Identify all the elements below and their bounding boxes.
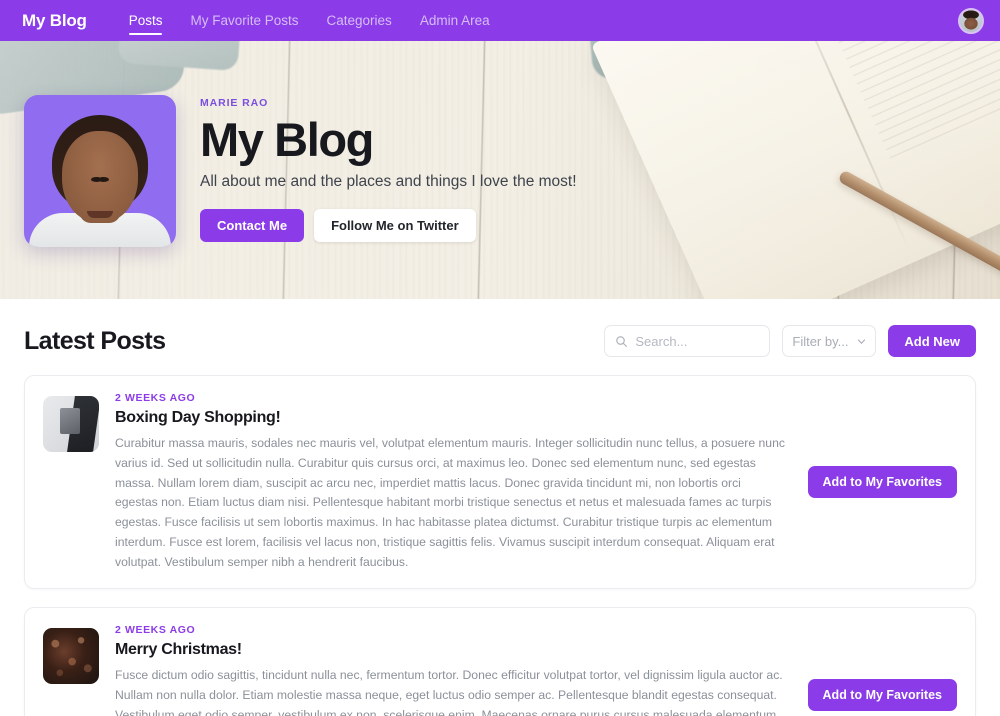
hero-actions: Contact Me Follow Me on Twitter — [200, 208, 577, 242]
profile-photo-card — [24, 95, 176, 247]
post-thumbnail — [43, 396, 99, 452]
portrait-mouth — [87, 211, 113, 218]
brand-logo[interactable]: My Blog — [22, 11, 87, 31]
post-card[interactable]: 2 WEEKS AGO Boxing Day Shopping! Curabit… — [24, 375, 976, 590]
chevron-down-icon — [858, 338, 866, 344]
portrait-face — [62, 131, 138, 223]
follow-twitter-button[interactable]: Follow Me on Twitter — [314, 208, 476, 242]
add-to-favorites-button[interactable]: Add to My Favorites — [807, 466, 957, 499]
nav-link-admin-area[interactable]: Admin Area — [406, 0, 504, 41]
post-body: 2 WEEKS AGO Boxing Day Shopping! Curabit… — [115, 392, 786, 572]
profile-portrait — [29, 109, 171, 247]
main-content: Latest Posts Filter by... Add New 2 WEEK… — [0, 299, 1000, 716]
page-title: My Blog — [200, 113, 374, 166]
hero-text-block: MARIE RAO My Blog All about me and the p… — [200, 41, 577, 242]
post-actions: Add to My Favorites — [802, 392, 957, 572]
nav-link-my-favorite-posts[interactable]: My Favorite Posts — [176, 0, 312, 41]
top-navbar: My Blog Posts My Favorite Posts Categori… — [0, 0, 1000, 41]
hero-content: MARIE RAO My Blog All about me and the p… — [0, 41, 1000, 299]
author-name: MARIE RAO — [200, 97, 269, 109]
post-excerpt: Curabitur massa mauris, sodales nec maur… — [115, 436, 785, 569]
post-title[interactable]: Boxing Day Shopping! — [115, 409, 786, 427]
avatar-face-icon — [960, 9, 982, 32]
nav-link-posts[interactable]: Posts — [115, 0, 177, 41]
add-new-button[interactable]: Add New — [888, 325, 976, 357]
posts-toolbar: Latest Posts Filter by... Add New — [24, 299, 976, 375]
nav-link-categories[interactable]: Categories — [313, 0, 406, 41]
add-to-favorites-button[interactable]: Add to My Favorites — [807, 678, 957, 711]
post-card[interactable]: 2 WEEKS AGO Merry Christmas! Fusce dictu… — [24, 607, 976, 716]
hero-subtitle: All about me and the places and things I… — [200, 172, 577, 190]
search-icon — [616, 335, 628, 347]
post-excerpt: Fusce dictum odio sagittis, tincidunt nu… — [115, 668, 783, 716]
post-actions: Add to My Favorites — [802, 624, 957, 716]
user-avatar[interactable] — [958, 7, 984, 34]
search-box[interactable] — [604, 325, 771, 357]
hero-section: MARIE RAO My Blog All about me and the p… — [0, 41, 1000, 299]
contact-me-button[interactable]: Contact Me — [200, 208, 305, 242]
post-title[interactable]: Merry Christmas! — [115, 641, 786, 659]
latest-posts-heading: Latest Posts — [24, 326, 166, 355]
portrait-eye-right — [91, 177, 102, 182]
post-date: 2 WEEKS AGO — [115, 392, 196, 404]
nav-links: Posts My Favorite Posts Categories Admin… — [115, 0, 504, 41]
post-thumbnail — [43, 628, 99, 685]
search-input[interactable] — [635, 333, 760, 349]
filter-dropdown-label: Filter by... — [792, 333, 849, 349]
post-body: 2 WEEKS AGO Merry Christmas! Fusce dictu… — [115, 624, 786, 716]
post-date: 2 WEEKS AGO — [115, 624, 196, 637]
filter-dropdown[interactable]: Filter by... — [782, 325, 877, 357]
